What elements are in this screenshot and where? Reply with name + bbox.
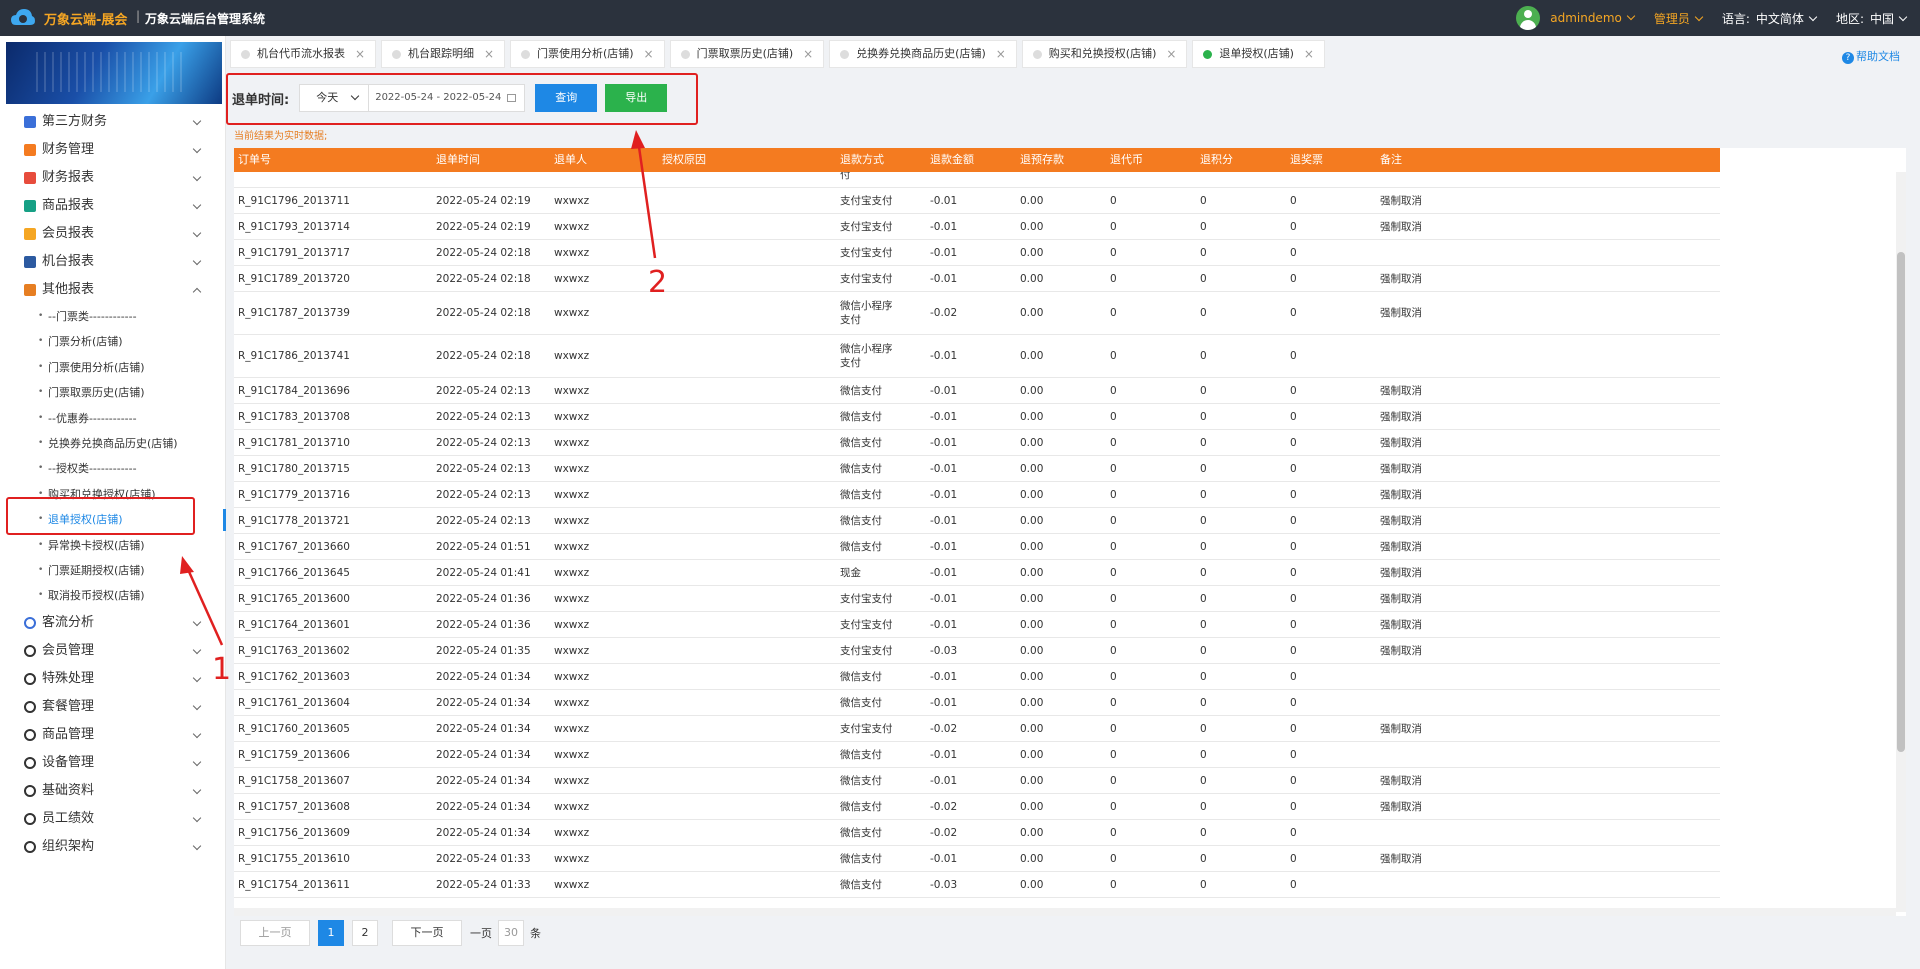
annotation-arrows <box>180 130 657 646</box>
annotation-arrowhead-1 <box>180 556 194 574</box>
annotation-arrow-1 <box>184 564 224 646</box>
annotation-label-2: 2 <box>648 265 668 300</box>
annotation-arrowhead-2 <box>631 130 645 149</box>
annotation-arrow-2 <box>636 139 657 259</box>
annotation-label-1: 1 <box>212 652 232 687</box>
